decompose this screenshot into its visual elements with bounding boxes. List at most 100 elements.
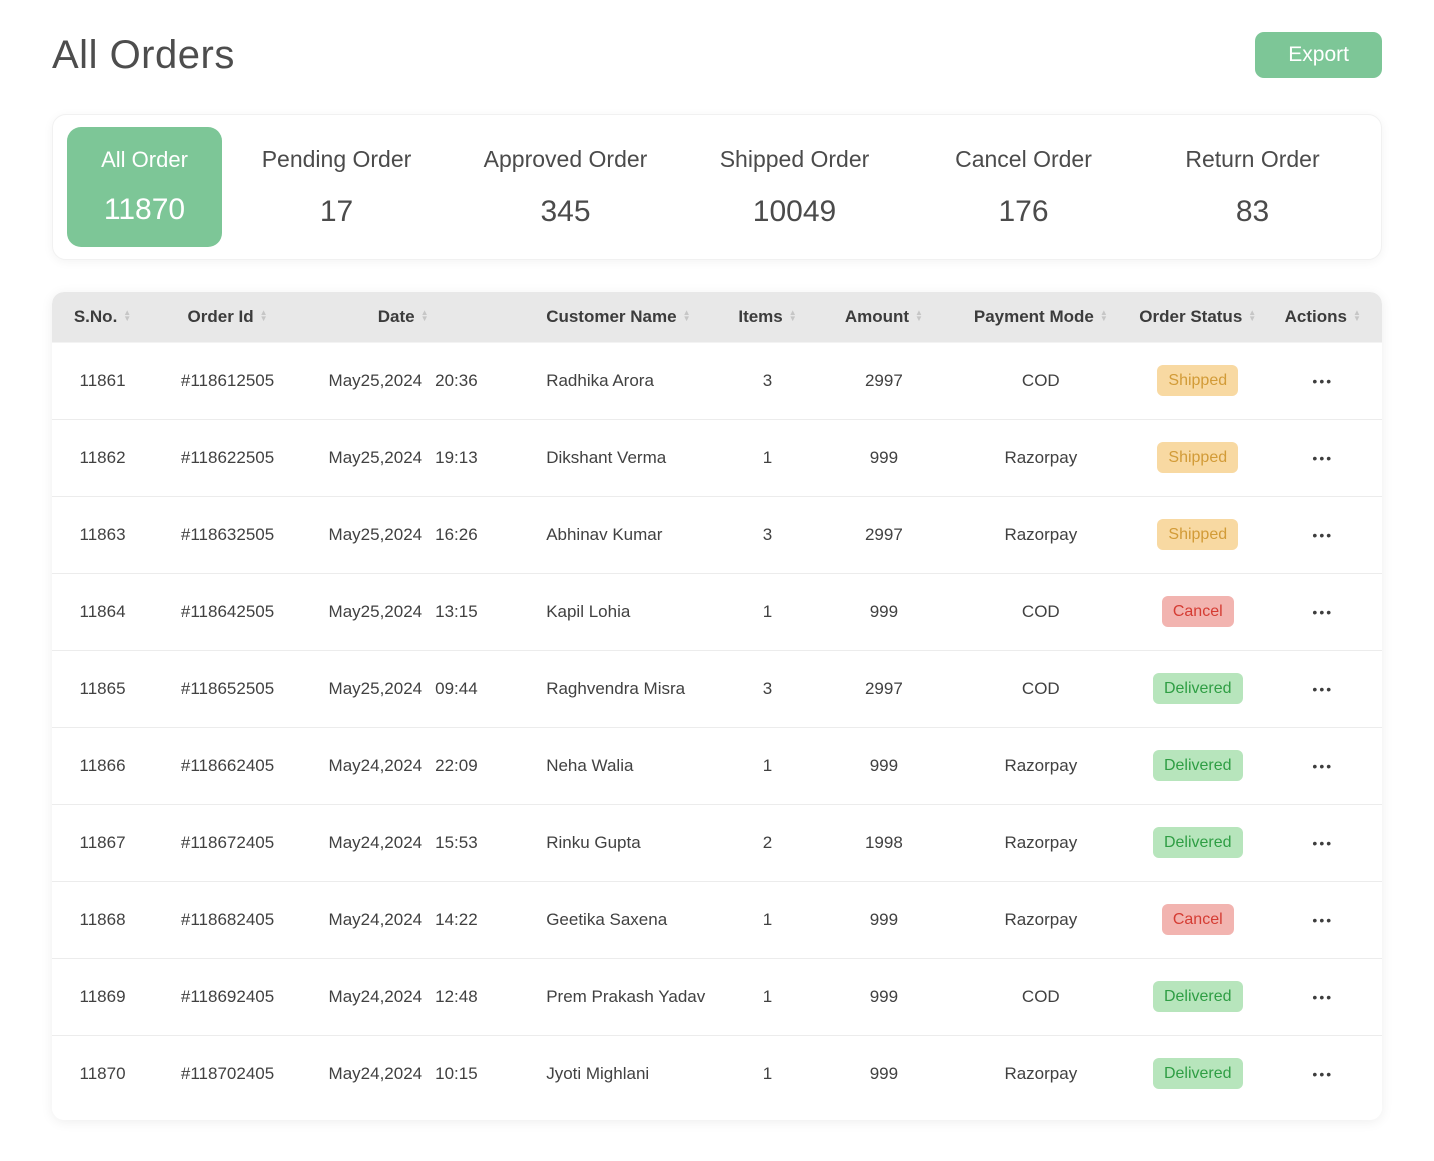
column-header-amount[interactable]: Amount ▲ ▼ bbox=[818, 292, 950, 342]
sort-arrows-icon: ▲ ▼ bbox=[915, 308, 923, 324]
cell-sno: 11870 bbox=[52, 1034, 154, 1112]
cell-customer-name: Neha Walia bbox=[504, 726, 717, 804]
amount-value: 999 bbox=[869, 986, 899, 1006]
summary-tab-label: Pending Order bbox=[261, 145, 412, 172]
cell-order-id: #118632505 bbox=[153, 495, 303, 573]
cell-actions: ••• bbox=[1263, 649, 1382, 727]
sort-arrows-icon: ▲ ▼ bbox=[1353, 308, 1361, 324]
time-value: 13:15 bbox=[435, 601, 478, 621]
payment-mode-value: COD bbox=[1021, 986, 1060, 1006]
summary-tab-pending-order[interactable]: Pending Order 17 bbox=[222, 146, 451, 229]
cell-date: May24,2024 12:48 bbox=[302, 957, 505, 1035]
cell-order-id: #118702405 bbox=[153, 1034, 303, 1112]
column-header-actions[interactable]: Actions ▲ ▼ bbox=[1263, 292, 1382, 342]
column-header-order-status[interactable]: Order Status ▲ ▼ bbox=[1131, 292, 1264, 342]
order-id-value: #118632505 bbox=[180, 524, 275, 544]
column-header-s-no[interactable]: S.No. ▲ ▼ bbox=[52, 292, 154, 342]
cell-order-id: #118642505 bbox=[153, 572, 303, 650]
cell-order-status: Shipped bbox=[1131, 495, 1264, 573]
cell-payment-mode: COD bbox=[949, 341, 1132, 419]
date-value: May24,2024 bbox=[328, 832, 423, 852]
row-actions-button[interactable]: ••• bbox=[1308, 830, 1337, 856]
status-badge: Delivered bbox=[1152, 980, 1243, 1013]
summary-tab-value: 83 bbox=[1235, 194, 1270, 228]
payment-mode-value: Razorpay bbox=[1004, 1063, 1078, 1083]
sort-arrows-icon: ▲ ▼ bbox=[1248, 308, 1257, 324]
cell-amount: 999 bbox=[818, 880, 950, 958]
sort-arrows-icon: ▲ ▼ bbox=[420, 308, 429, 324]
cell-items: 2 bbox=[716, 803, 819, 881]
ellipsis-icon: ••• bbox=[1312, 834, 1334, 851]
items-value: 1 bbox=[762, 1063, 773, 1083]
cell-sno: 11869 bbox=[52, 957, 154, 1035]
row-actions-button[interactable]: ••• bbox=[1308, 753, 1337, 779]
summary-tab-cancel-order[interactable]: Cancel Order 176 bbox=[909, 146, 1138, 229]
customer-name-value: Rinku Gupta bbox=[546, 832, 641, 852]
cell-sno: 11867 bbox=[52, 803, 154, 881]
cell-amount: 999 bbox=[818, 726, 950, 804]
cell-order-status: Delivered bbox=[1131, 957, 1264, 1035]
column-header-items[interactable]: Items ▲ ▼ bbox=[716, 292, 819, 342]
sno-value: 11868 bbox=[79, 909, 126, 929]
order-id-value: #118702405 bbox=[180, 1063, 275, 1083]
column-header-label: Items bbox=[738, 306, 783, 326]
orders-table-card: S.No. ▲ ▼ Order Id ▲ ▼ Date ▲ ▼ Customer Name ▲… bbox=[52, 292, 1382, 1120]
customer-name-value: Prem Prakash Yadav bbox=[546, 986, 706, 1006]
row-actions-button[interactable]: ••• bbox=[1308, 599, 1337, 625]
export-button[interactable]: Export bbox=[1255, 32, 1382, 78]
cell-order-id: #118692405 bbox=[153, 957, 303, 1035]
sort-arrows-icon: ▲ ▼ bbox=[123, 308, 132, 324]
date-value: May24,2024 bbox=[328, 1063, 423, 1083]
ellipsis-icon: ••• bbox=[1312, 988, 1334, 1005]
cell-payment-mode: Razorpay bbox=[949, 418, 1132, 496]
time-value: 22:09 bbox=[435, 755, 478, 775]
sort-arrows-icon: ▲ ▼ bbox=[1099, 308, 1108, 324]
summary-tab-approved-order[interactable]: Approved Order 345 bbox=[451, 146, 680, 229]
column-header-date[interactable]: Date ▲ ▼ bbox=[302, 292, 505, 342]
cell-date: May24,2024 15:53 bbox=[302, 803, 505, 881]
amount-value: 999 bbox=[869, 601, 899, 621]
status-badge: Delivered bbox=[1152, 672, 1243, 705]
date-value: May25,2024 bbox=[328, 678, 423, 698]
ellipsis-icon: ••• bbox=[1312, 911, 1334, 928]
cell-actions: ••• bbox=[1263, 341, 1382, 419]
order-id-value: #118662405 bbox=[180, 755, 275, 775]
row-actions-button[interactable]: ••• bbox=[1308, 522, 1337, 548]
cell-amount: 2997 bbox=[818, 495, 950, 573]
cell-payment-mode: Razorpay bbox=[949, 1034, 1132, 1112]
cell-items: 1 bbox=[716, 418, 819, 496]
status-badge: Shipped bbox=[1157, 518, 1239, 551]
column-header-payment-mode[interactable]: Payment Mode ▲ ▼ bbox=[949, 292, 1132, 342]
table-row: 11861 #118612505 May25,2024 20:36 Radhika… bbox=[52, 341, 1382, 419]
amount-value: 2997 bbox=[864, 524, 903, 544]
column-header-order-id[interactable]: Order Id ▲ ▼ bbox=[153, 292, 303, 342]
time-value: 19:13 bbox=[435, 447, 478, 467]
row-actions-button[interactable]: ••• bbox=[1308, 445, 1337, 471]
row-actions-button[interactable]: ••• bbox=[1308, 1061, 1337, 1087]
status-badge: Delivered bbox=[1152, 1058, 1243, 1090]
date-time: May24,2024 15:53 bbox=[329, 833, 478, 853]
column-header-customer-name[interactable]: Customer Name ▲ ▼ bbox=[504, 292, 717, 342]
table-row: 11865 #118652505 May25,2024 09:44 Raghven… bbox=[52, 649, 1382, 727]
row-actions-button[interactable]: ••• bbox=[1308, 368, 1337, 394]
row-actions-button[interactable]: ••• bbox=[1308, 984, 1337, 1010]
summary-tab-shipped-order[interactable]: Shipped Order 10049 bbox=[680, 146, 909, 229]
summary-bar: All Order 11870 Pending Order 17 Approve… bbox=[52, 114, 1382, 260]
time-value: 15:53 bbox=[435, 832, 478, 852]
cell-date: May25,2024 20:36 bbox=[302, 341, 505, 419]
time-value: 16:26 bbox=[435, 524, 478, 544]
summary-tab-return-order[interactable]: Return Order 83 bbox=[1138, 146, 1367, 229]
date-value: May25,2024 bbox=[328, 447, 423, 467]
sort-arrows-icon: ▲ ▼ bbox=[682, 308, 691, 324]
order-id-value: #118692405 bbox=[180, 986, 275, 1006]
sno-value: 11865 bbox=[79, 678, 126, 698]
cell-amount: 2997 bbox=[818, 649, 950, 727]
row-actions-button[interactable]: ••• bbox=[1308, 676, 1337, 702]
status-badge: Cancel bbox=[1161, 595, 1234, 628]
row-actions-button[interactable]: ••• bbox=[1308, 907, 1337, 933]
summary-tab-all-order[interactable]: All Order 11870 bbox=[67, 127, 222, 247]
cell-date: May25,2024 09:44 bbox=[302, 649, 505, 727]
cell-actions: ••• bbox=[1263, 1034, 1382, 1112]
cell-actions: ••• bbox=[1263, 726, 1382, 804]
cell-order-status: Shipped bbox=[1131, 341, 1264, 419]
